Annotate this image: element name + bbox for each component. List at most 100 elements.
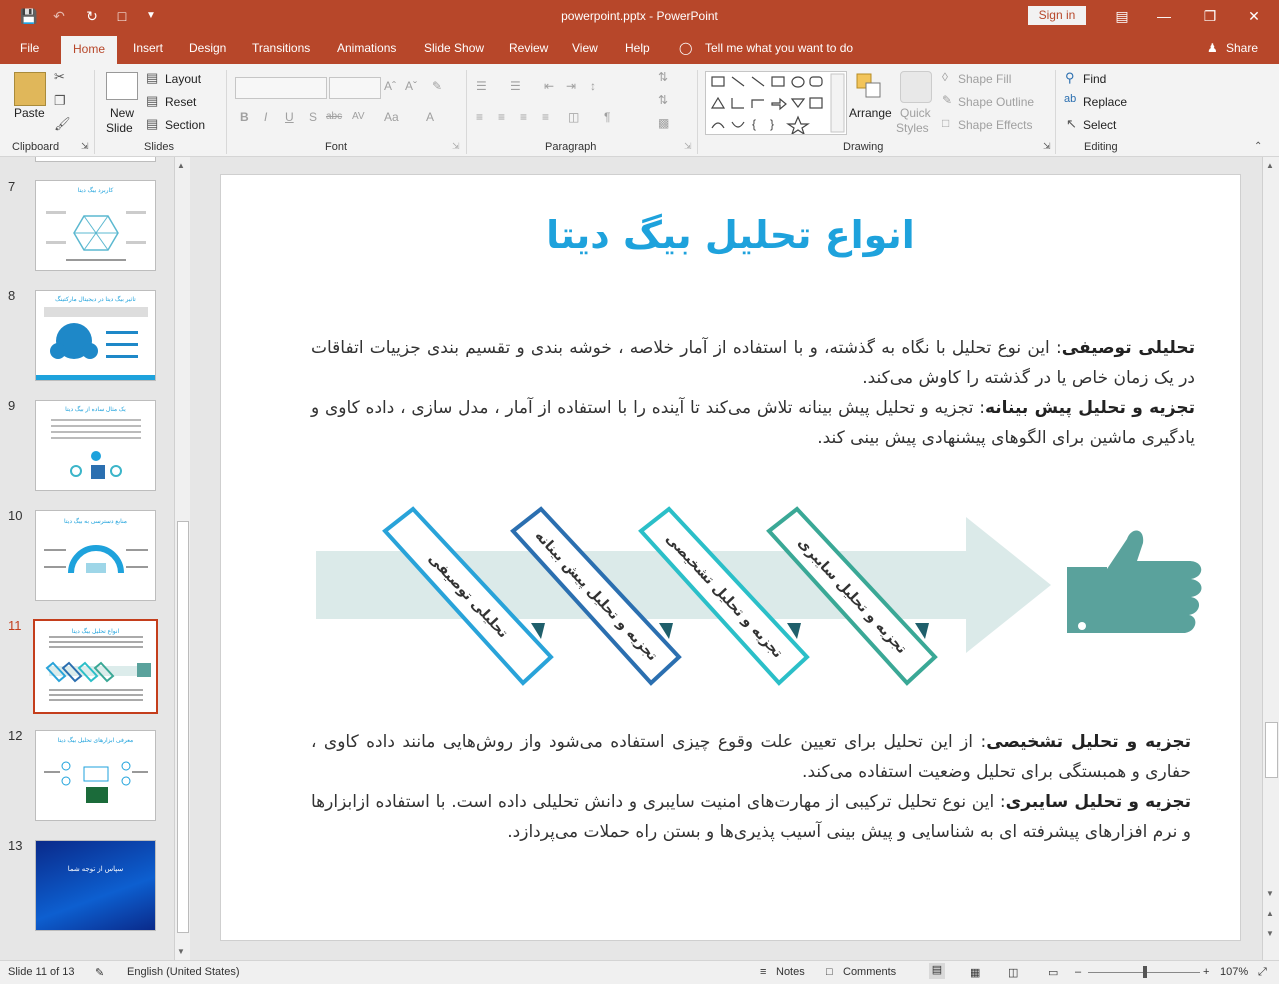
scroll-down-icon[interactable]: ▼ [177, 947, 185, 956]
tab-insert[interactable]: Insert [133, 41, 163, 55]
share-button[interactable]: Share [1226, 41, 1258, 55]
font-color-button[interactable]: A [426, 110, 434, 124]
char-spacing-button[interactable]: AV [352, 111, 365, 122]
shadow-button[interactable]: S [309, 110, 317, 124]
tab-help[interactable]: Help [625, 41, 650, 55]
layout-button[interactable]: Layout [165, 72, 201, 86]
decrease-indent-icon[interactable]: ⇤ [544, 79, 554, 93]
slide-canvas[interactable]: انواع تحلیل بیگ دیتا تحلیلی توصیفی: این … [220, 174, 1241, 941]
zoom-out-icon[interactable]: – [1075, 966, 1081, 978]
notes-button[interactable]: Notes [776, 966, 805, 978]
close-icon[interactable]: ✕ [1244, 6, 1264, 26]
quick-styles-label-1[interactable]: Quick [900, 106, 931, 120]
zoom-in-icon[interactable]: + [1203, 966, 1209, 978]
underline-button[interactable]: U [285, 110, 294, 124]
zoom-slider-thumb[interactable] [1143, 966, 1147, 978]
scroll-down-icon[interactable]: ▼ [1266, 889, 1274, 898]
quick-styles-label-2[interactable]: Styles [896, 121, 929, 135]
new-slide-label-2[interactable]: Slide [106, 121, 133, 135]
scroll-up-icon[interactable]: ▲ [1266, 161, 1274, 170]
scroll-up-icon[interactable]: ▲ [177, 161, 185, 170]
fit-to-window-icon[interactable]: ⤢ [1258, 966, 1267, 979]
section-icon[interactable]: ▤ [146, 116, 158, 132]
align-right-icon[interactable]: ≡ [520, 110, 527, 124]
reset-button[interactable]: Reset [165, 95, 196, 109]
shape-effects-icon[interactable]: □ [942, 116, 949, 130]
normal-view-icon[interactable]: ▤ [929, 963, 945, 979]
paste-icon[interactable] [14, 72, 46, 106]
paste-button[interactable]: Paste [14, 106, 45, 120]
thumbnail-slide-11-selected[interactable]: انواع تحلیل بیگ دیتا [33, 619, 158, 714]
text-direction-icon[interactable]: ⇅ [658, 70, 668, 84]
numbering-icon[interactable]: ☰ [510, 79, 521, 93]
tab-file[interactable]: File [20, 41, 39, 55]
thumbnail-slide-13[interactable]: سپاس از توجه شما [35, 840, 156, 931]
thumbnail-slide-7[interactable]: کاربرد بیگ دیتا [35, 180, 156, 271]
new-slide-icon[interactable] [106, 72, 138, 100]
collapse-ribbon-icon[interactable]: ⌃ [1254, 141, 1262, 152]
font-size-dropdown[interactable] [329, 77, 381, 99]
tab-review[interactable]: Review [509, 41, 548, 55]
line-spacing-icon[interactable]: ↕ [590, 79, 596, 93]
replace-icon[interactable]: ab [1064, 93, 1076, 105]
font-name-dropdown[interactable] [235, 77, 327, 99]
shapes-gallery[interactable]: { } [705, 71, 847, 136]
find-button[interactable]: Find [1083, 72, 1106, 86]
clear-format-icon[interactable]: ✎ [432, 79, 442, 93]
minimize-icon[interactable]: — [1154, 6, 1174, 26]
section-button[interactable]: Section [165, 118, 205, 132]
next-slide-icon[interactable]: ▼ [1266, 929, 1274, 938]
copy-icon[interactable]: ❐ [54, 93, 66, 109]
thumbnail-slide-8[interactable]: تاثیر بیگ دیتا در دیجیتال مارکتینگ [35, 290, 156, 381]
reset-icon[interactable]: ▤ [146, 93, 158, 109]
tab-home[interactable]: Home [61, 36, 117, 64]
cut-icon[interactable]: ✂ [54, 69, 65, 85]
drawing-launcher-icon[interactable]: ⇲ [1043, 141, 1051, 152]
align-center-icon[interactable]: ≡ [498, 110, 505, 124]
editor-scrollbar[interactable]: ▲ ▼ ▲ ▼ [1262, 157, 1279, 960]
justify-icon[interactable]: ≡ [542, 110, 549, 124]
thumbnail-slide-12[interactable]: معرفی ابزارهای تحلیل بیگ دیتا [35, 730, 156, 821]
thumbnail-slide-10[interactable]: منابع دسترسی به بیگ دیتا [35, 510, 156, 601]
find-icon[interactable]: ⚲ [1065, 70, 1075, 86]
comments-button[interactable]: Comments [843, 966, 896, 978]
paragraph-launcher-icon[interactable]: ⇲ [684, 141, 692, 152]
italic-button[interactable]: I [264, 110, 267, 124]
increase-indent-icon[interactable]: ⇥ [566, 79, 576, 93]
bullets-icon[interactable]: ☰ [476, 79, 487, 93]
shape-outline-button[interactable]: Shape Outline [958, 95, 1034, 109]
grow-font-icon[interactable]: Aˆ [384, 79, 396, 93]
new-slide-label-1[interactable]: New [110, 106, 134, 120]
thumbnail-slide-9[interactable]: یک مثال ساده از بیگ دیتا [35, 400, 156, 491]
scroll-thumb[interactable] [177, 521, 189, 933]
shape-effects-button[interactable]: Shape Effects [958, 118, 1033, 132]
smartart-icon[interactable]: ▩ [658, 116, 669, 130]
align-text-icon[interactable]: ⇅ [658, 93, 668, 107]
language-indicator[interactable]: English (United States) [127, 966, 240, 978]
zoom-level[interactable]: 107% [1220, 966, 1248, 978]
columns-icon[interactable]: ◫ [568, 110, 579, 124]
tab-transitions[interactable]: Transitions [252, 41, 310, 55]
spell-check-icon[interactable]: ✎ [95, 966, 104, 979]
change-case-button[interactable]: Aa [384, 110, 399, 124]
sign-in-button[interactable]: Sign in [1028, 6, 1086, 25]
align-left-icon[interactable]: ≡ [476, 110, 483, 124]
select-button[interactable]: Select [1083, 118, 1116, 132]
clipboard-launcher-icon[interactable]: ⇲ [81, 141, 89, 152]
previous-slide-icon[interactable]: ▲ [1266, 909, 1274, 918]
select-icon[interactable]: ↖ [1066, 116, 1077, 132]
restore-icon[interactable]: ❐ [1200, 6, 1220, 26]
tab-animations[interactable]: Animations [337, 41, 396, 55]
slide-sorter-icon[interactable]: ▦ [970, 966, 980, 979]
replace-button[interactable]: Replace [1083, 95, 1127, 109]
font-launcher-icon[interactable]: ⇲ [452, 141, 460, 152]
thumbnail-scrollbar[interactable]: ▲ ▼ [174, 157, 190, 960]
scroll-thumb[interactable] [1265, 722, 1278, 778]
analysis-types-diagram[interactable]: تحلیلی توصیفی تجزیه و تحلیل پیش بینانه تجز… [221, 495, 1240, 695]
thumbnail-partial[interactable] [35, 157, 156, 162]
ribbon-display-icon[interactable]: ▤ [1112, 6, 1132, 26]
layout-icon[interactable]: ▤ [146, 70, 158, 86]
slideshow-icon[interactable]: ▭ [1048, 966, 1058, 979]
text-block-top[interactable]: تحلیلی توصیفی: این نوع تحلیل با نگاه به … [311, 333, 1195, 453]
reading-view-icon[interactable]: ◫ [1008, 966, 1018, 979]
